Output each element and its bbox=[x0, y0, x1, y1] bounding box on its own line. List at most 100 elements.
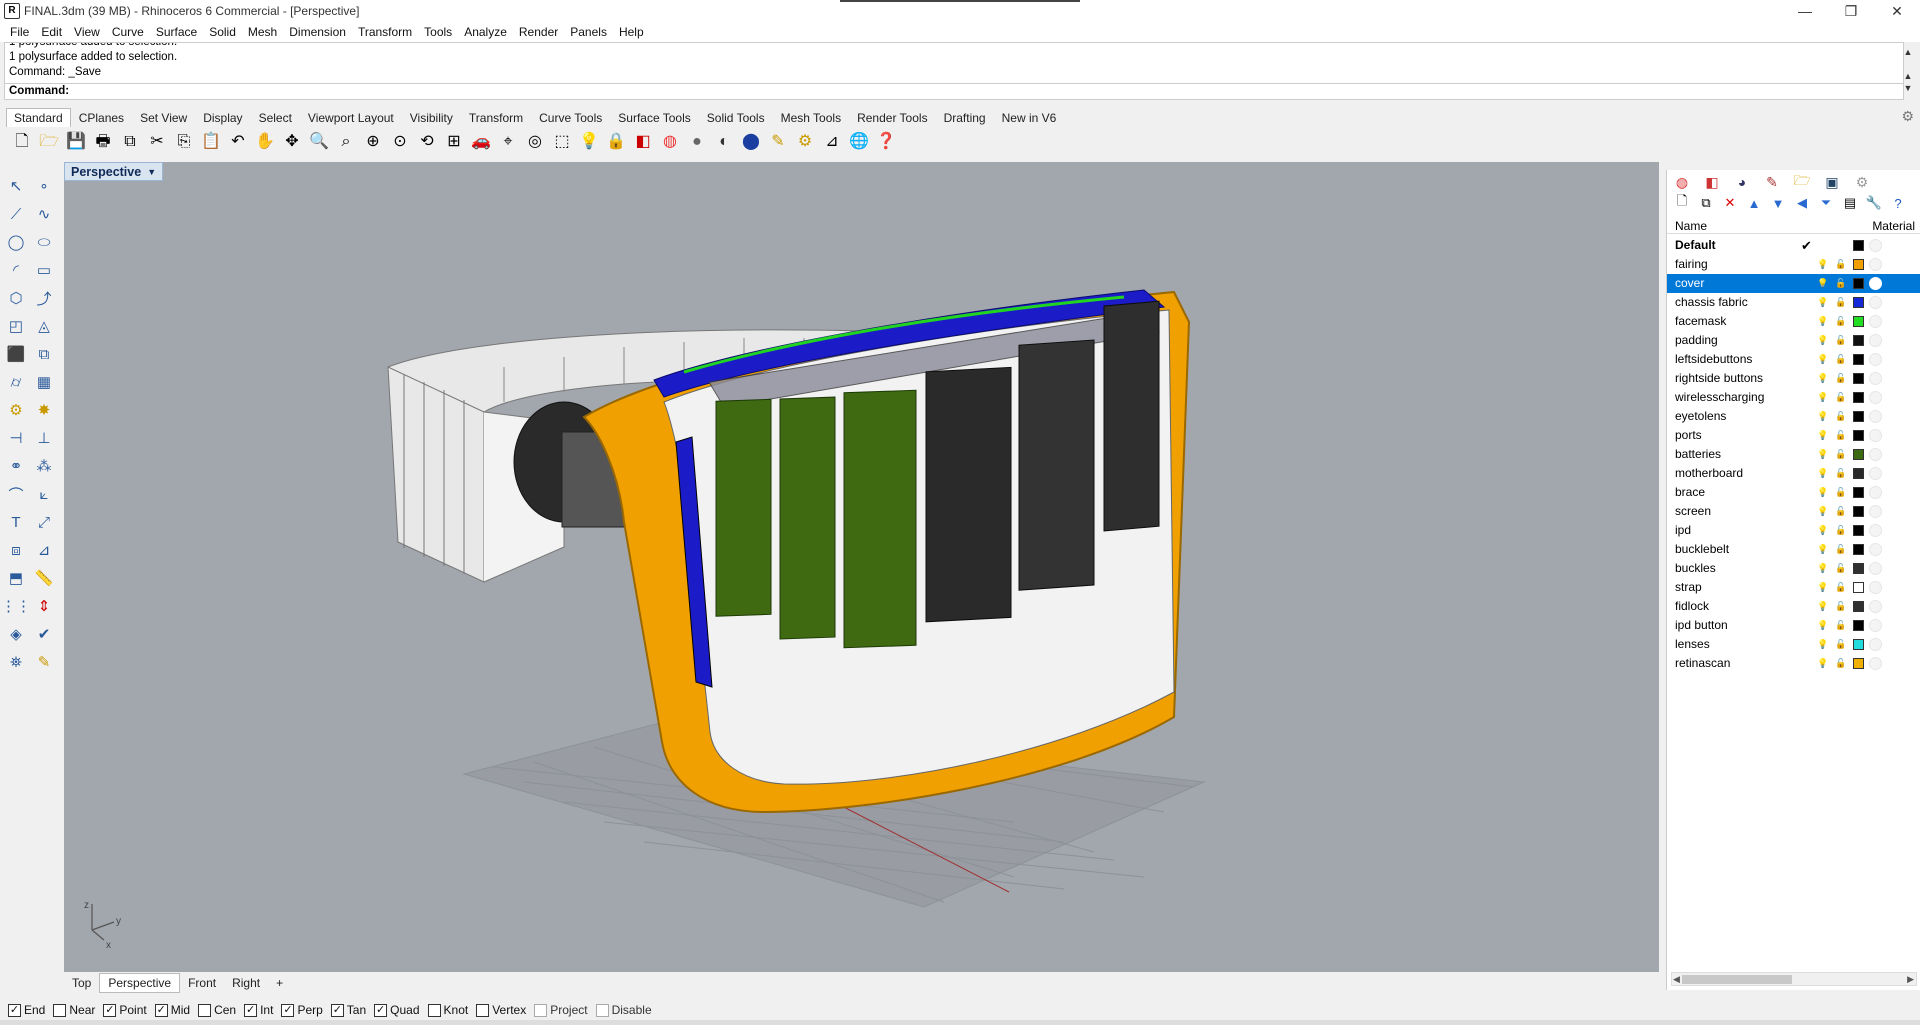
layers-tab-icon[interactable]: ◧ bbox=[1701, 172, 1723, 192]
scroll-right-icon[interactable]: ▶ bbox=[1907, 973, 1914, 985]
osnap-project-checkbox[interactable] bbox=[534, 1003, 548, 1017]
render-tool-icon[interactable]: ⛯ bbox=[2, 649, 30, 675]
library-tab-icon[interactable]: 🗁 bbox=[1791, 172, 1813, 192]
visibility-bulb-icon[interactable]: 💡 bbox=[1817, 391, 1828, 404]
visibility-bulb-icon[interactable]: 💡 bbox=[1817, 619, 1828, 632]
material-swatch[interactable] bbox=[1869, 448, 1882, 461]
layer-color-swatch[interactable] bbox=[1853, 354, 1864, 365]
column-name-header[interactable]: Name bbox=[1675, 219, 1707, 233]
osnap-knot-checkbox[interactable] bbox=[427, 1003, 441, 1017]
scale-icon[interactable]: ⤢ bbox=[30, 509, 58, 535]
visibility-bulb-icon[interactable]: 💡 bbox=[1817, 296, 1828, 309]
osnap-int[interactable]: ✓ Int bbox=[244, 1003, 273, 1017]
osnap-int-checkbox[interactable]: ✓ bbox=[244, 1003, 258, 1017]
layer-color-swatch[interactable] bbox=[1853, 601, 1864, 612]
restore-button[interactable]: ❐ bbox=[1828, 0, 1874, 22]
layer-color-swatch[interactable] bbox=[1853, 240, 1864, 251]
material-swatch[interactable] bbox=[1869, 372, 1882, 385]
visibility-bulb-icon[interactable]: 💡 bbox=[1817, 543, 1828, 556]
visibility-bulb-icon[interactable]: 💡 bbox=[1817, 334, 1828, 347]
color-wheel-icon[interactable]: ◍ bbox=[658, 130, 682, 154]
zoom-window-icon[interactable]: ⌕ bbox=[334, 130, 358, 154]
tab-solid-tools[interactable]: Solid Tools bbox=[699, 108, 773, 127]
camera-icon[interactable]: ⌖ bbox=[496, 130, 520, 154]
tab-curve-tools[interactable]: Curve Tools bbox=[531, 108, 610, 127]
menu-file[interactable]: File bbox=[4, 25, 35, 39]
cut-icon[interactable]: ✂ bbox=[145, 130, 169, 154]
zoom-extents-icon[interactable]: ⊕ bbox=[361, 130, 385, 154]
osnap-near-checkbox[interactable] bbox=[53, 1003, 67, 1017]
layer-color-swatch[interactable] bbox=[1853, 658, 1864, 669]
add-viewport-tab-icon[interactable]: + bbox=[268, 974, 291, 992]
globe-icon[interactable]: 🌐 bbox=[847, 130, 871, 154]
material-swatch[interactable] bbox=[1869, 258, 1882, 271]
new-layer-icon[interactable]: 🗋 bbox=[1673, 193, 1691, 212]
select-filter-icon[interactable]: ⬚ bbox=[550, 130, 574, 154]
layer-color-swatch[interactable] bbox=[1853, 563, 1864, 574]
visibility-bulb-icon[interactable]: 💡 bbox=[1817, 581, 1828, 594]
osnap-vertex-checkbox[interactable] bbox=[476, 1003, 490, 1017]
lock-icon[interactable]: 🔓 bbox=[1835, 277, 1846, 290]
lock-icon[interactable]: 🔓 bbox=[1835, 410, 1846, 423]
menu-surface[interactable]: Surface bbox=[150, 25, 203, 39]
menu-analyze[interactable]: Analyze bbox=[458, 25, 513, 39]
layer-color-swatch[interactable] bbox=[1853, 487, 1864, 498]
tab-visibility[interactable]: Visibility bbox=[402, 108, 461, 127]
move-out-icon[interactable]: ◀ bbox=[1793, 194, 1811, 212]
material-swatch[interactable] bbox=[1869, 486, 1882, 499]
scroll-thumb[interactable] bbox=[1682, 975, 1792, 984]
tab-new-in-v6[interactable]: New in V6 bbox=[994, 108, 1065, 127]
menu-view[interactable]: View bbox=[68, 25, 106, 39]
material-swatch[interactable] bbox=[1869, 334, 1882, 347]
layer-color-swatch[interactable] bbox=[1853, 639, 1864, 650]
layer-row[interactable]: chassis fabric 💡 🔓 bbox=[1667, 293, 1920, 312]
lock-icon[interactable]: 🔓 bbox=[1835, 429, 1846, 442]
move-icon[interactable]: ⧈ bbox=[2, 537, 30, 563]
material-swatch[interactable] bbox=[1869, 353, 1882, 366]
layer-icon[interactable]: ◧ bbox=[631, 130, 655, 154]
visibility-bulb-icon[interactable]: 💡 bbox=[1817, 372, 1828, 385]
material-swatch[interactable] bbox=[1869, 315, 1882, 328]
layer-row[interactable]: strap 💡 🔓 bbox=[1667, 578, 1920, 597]
layer-row[interactable]: retinascan 💡 🔓 bbox=[1667, 654, 1920, 673]
visibility-bulb-icon[interactable]: 💡 bbox=[1817, 657, 1828, 670]
explode-icon[interactable]: ✸ bbox=[30, 397, 58, 423]
arc-icon[interactable]: ◜ bbox=[2, 257, 30, 283]
osnap-point[interactable]: ✓ Point bbox=[103, 1003, 147, 1017]
viewport-tab-top[interactable]: Top bbox=[64, 974, 99, 992]
delete-layer-icon[interactable]: ✕ bbox=[1721, 194, 1739, 212]
lock-icon[interactable]: 🔓 bbox=[1835, 543, 1846, 556]
open-folder-icon[interactable]: 🗁 bbox=[37, 130, 61, 154]
rectangle-icon[interactable]: ▭ bbox=[30, 257, 58, 283]
visibility-bulb-icon[interactable]: 💡 bbox=[1817, 638, 1828, 651]
menu-curve[interactable]: Curve bbox=[106, 25, 150, 39]
menu-mesh[interactable]: Mesh bbox=[242, 25, 283, 39]
rendered-sphere-icon[interactable]: ◐ bbox=[712, 130, 736, 154]
layer-color-swatch[interactable] bbox=[1853, 373, 1864, 384]
lock-icon[interactable]: 🔓 bbox=[1835, 315, 1846, 328]
move-down-icon[interactable]: ▼ bbox=[1769, 194, 1787, 212]
visibility-bulb-icon[interactable]: 💡 bbox=[1817, 315, 1828, 328]
undo-icon[interactable]: ↶ bbox=[226, 130, 250, 154]
material-swatch[interactable] bbox=[1869, 410, 1882, 423]
material-swatch[interactable] bbox=[1869, 543, 1882, 556]
array-icon[interactable]: ⋮⋮ bbox=[1, 593, 31, 619]
layer-color-swatch[interactable] bbox=[1853, 259, 1864, 270]
lock-icon[interactable]: 🔓 bbox=[1835, 467, 1846, 480]
tab-set-view[interactable]: Set View bbox=[132, 108, 195, 127]
menu-solid[interactable]: Solid bbox=[203, 25, 242, 39]
new-file-icon[interactable]: 🗋 bbox=[10, 130, 34, 154]
layer-row[interactable]: ipd 💡 🔓 bbox=[1667, 521, 1920, 540]
ruler-icon[interactable]: 📏 bbox=[30, 565, 58, 591]
close-button[interactable]: ✕ bbox=[1874, 0, 1920, 22]
osnap-vertex[interactable]: Vertex bbox=[476, 1003, 526, 1017]
layer-color-swatch[interactable] bbox=[1853, 430, 1864, 441]
material-swatch[interactable] bbox=[1869, 429, 1882, 442]
point-icon[interactable]: ∘ bbox=[30, 173, 58, 199]
visibility-bulb-icon[interactable]: 💡 bbox=[1817, 258, 1828, 271]
pan-hand-icon[interactable]: ✋ bbox=[253, 130, 277, 154]
layer-row[interactable]: wirelesscharging 💡 🔓 bbox=[1667, 388, 1920, 407]
lock-icon[interactable]: 🔓 bbox=[1835, 334, 1846, 347]
material-swatch[interactable] bbox=[1869, 638, 1882, 651]
check-icon[interactable]: ✔ bbox=[30, 621, 58, 647]
